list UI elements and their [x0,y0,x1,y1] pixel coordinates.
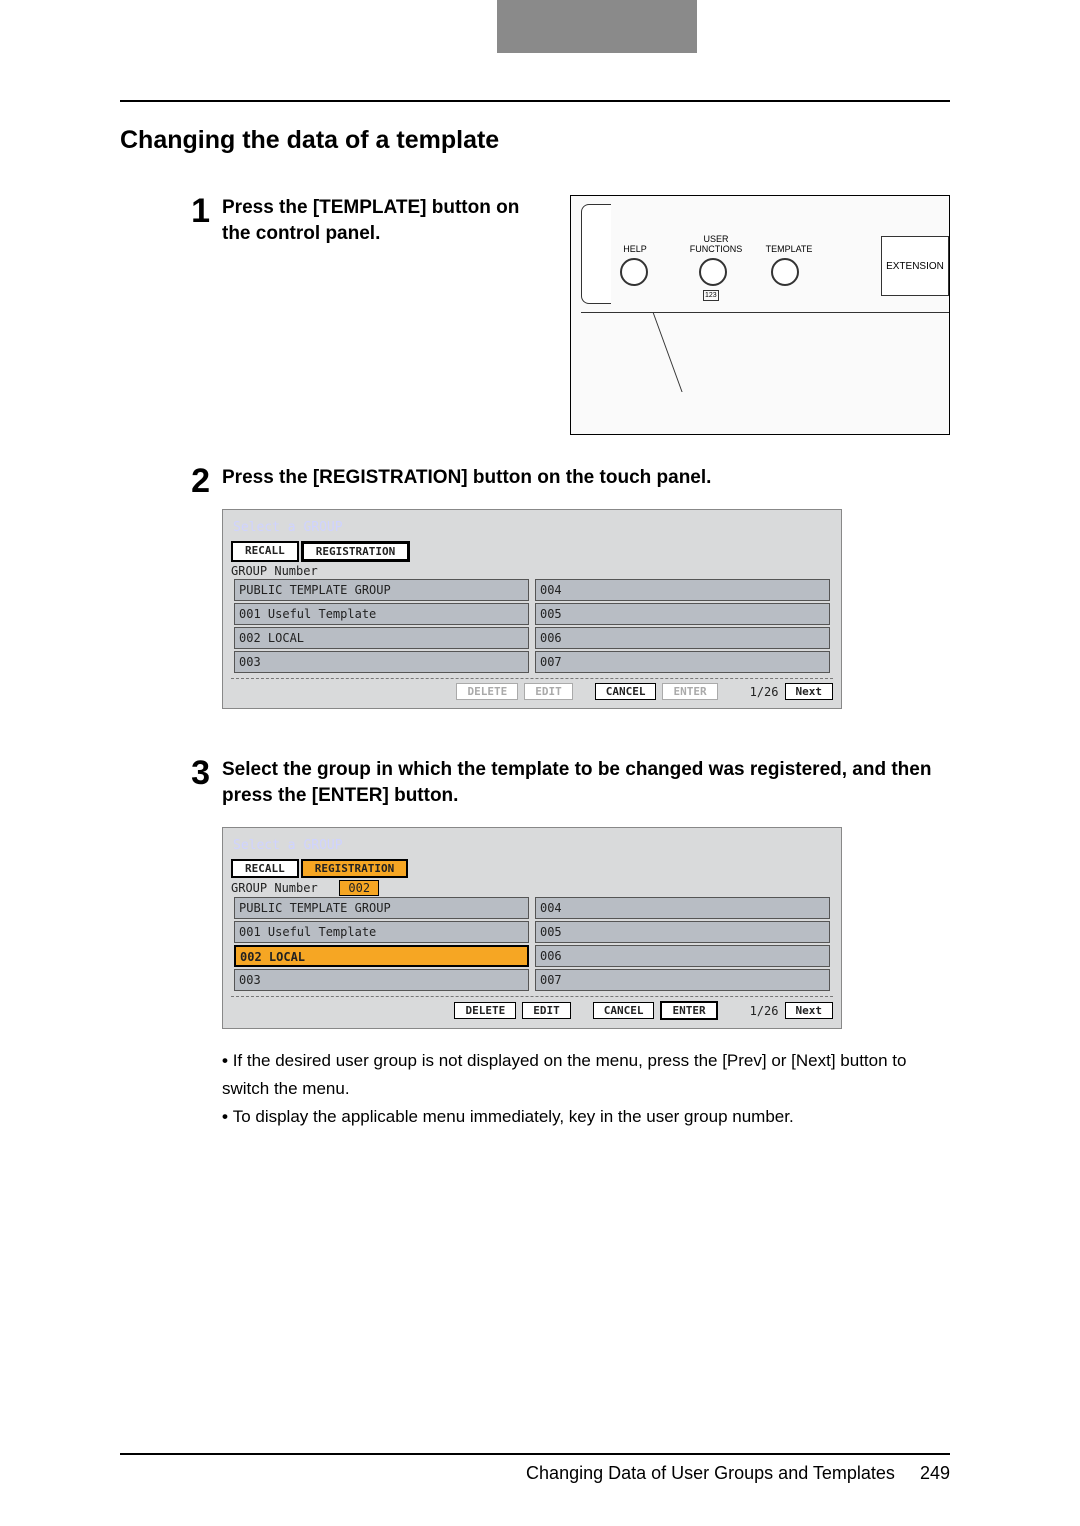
pager: 1/26 [750,685,779,699]
list-item[interactable]: 003 [234,969,529,991]
tab-registration[interactable]: REGISTRATION [301,859,408,878]
list-item[interactable]: PUBLIC TEMPLATE GROUP [234,897,529,919]
help-label: HELP [615,244,655,254]
note-item: If the desired user group is not display… [222,1047,950,1103]
notes-list: If the desired user group is not display… [222,1047,950,1131]
list-item[interactable]: 005 [535,603,830,625]
list-item[interactable]: PUBLIC TEMPLATE GROUP [234,579,529,601]
delete-button[interactable]: DELETE [456,683,518,700]
next-button[interactable]: Next [785,1002,834,1019]
group-list: PUBLIC TEMPLATE GROUP 004 001 Useful Tem… [231,578,833,674]
tab-recall[interactable]: RECALL [231,541,299,562]
list-item[interactable]: 003 [234,651,529,673]
list-item[interactable]: 004 [535,579,830,601]
footer-text: Changing Data of User Groups and Templat… [526,1463,895,1483]
cancel-button[interactable]: CANCEL [595,683,657,700]
tab-registration[interactable]: REGISTRATION [301,541,410,562]
group-number-label: GROUP Number [231,564,833,578]
enter-button[interactable]: ENTER [662,683,717,700]
step-1-text: Press the [TEMPLATE] button on the contr… [222,195,528,247]
user-functions-label: USER FUNCTIONS [681,234,751,254]
action-row: DELETE EDIT CANCEL ENTER 1/26 Next [231,996,833,1020]
step-number: 3 [180,757,210,789]
step-number: 1 [180,195,210,227]
list-item[interactable]: 005 [535,921,830,943]
step-2: 2 Press the [REGISTRATION] button on the… [180,465,950,727]
step-3-text: Select the group in which the template t… [222,757,950,809]
cancel-button[interactable]: CANCEL [593,1002,655,1019]
list-item[interactable]: 006 [535,945,830,967]
extension-button[interactable]: EXTENSION [881,236,949,296]
control-panel-illustration: HELP USER FUNCTIONS 123 TEMPLATE EXTENSI… [570,195,950,435]
user-functions-button[interactable] [699,258,727,286]
header-gray-tab [497,0,697,53]
screen-title: Select a GROUP [231,518,833,541]
list-item[interactable]: 002 LOCAL [234,627,529,649]
num-indicator: 123 [703,290,719,301]
step-2-text: Press the [REGISTRATION] button on the t… [222,465,950,491]
touch-screen-1: Select a GROUP RECALL REGISTRATION GROUP… [222,509,842,709]
enter-button[interactable]: ENTER [660,1001,717,1020]
group-list: PUBLIC TEMPLATE GROUP 004 001 Useful Tem… [231,896,833,992]
step-number: 2 [180,465,210,497]
help-button[interactable] [620,258,648,286]
step-1: 1 Press the [TEMPLATE] button on the con… [180,195,950,435]
edit-button[interactable]: EDIT [524,683,573,700]
page-footer: Changing Data of User Groups and Templat… [120,1453,950,1484]
delete-button[interactable]: DELETE [454,1002,516,1019]
template-button[interactable] [771,258,799,286]
next-button[interactable]: Next [785,683,834,700]
template-label: TEMPLATE [759,244,819,254]
list-item[interactable]: 004 [535,897,830,919]
screen-title: Select a GROUP [231,836,833,859]
list-item[interactable]: 001 Useful Template [234,603,529,625]
pager: 1/26 [750,1004,779,1018]
list-item[interactable]: 007 [535,651,830,673]
group-number-label: GROUP Number 002 [231,880,833,896]
edit-button[interactable]: EDIT [522,1002,571,1019]
list-item[interactable]: 001 Useful Template [234,921,529,943]
list-item-selected[interactable]: 002 LOCAL [234,945,529,967]
action-row: DELETE EDIT CANCEL ENTER 1/26 Next [231,678,833,700]
tab-recall[interactable]: RECALL [231,859,299,878]
touch-screen-2: Select a GROUP RECALL REGISTRATION GROUP… [222,827,842,1029]
rule-top [120,100,950,102]
note-item: To display the applicable menu immediate… [222,1103,950,1131]
page-number: 249 [920,1463,950,1483]
list-item[interactable]: 007 [535,969,830,991]
step-3: 3 Select the group in which the template… [180,757,950,1131]
group-number-value: 002 [339,880,379,896]
list-item[interactable]: 006 [535,627,830,649]
section-title: Changing the data of a template [120,126,950,155]
